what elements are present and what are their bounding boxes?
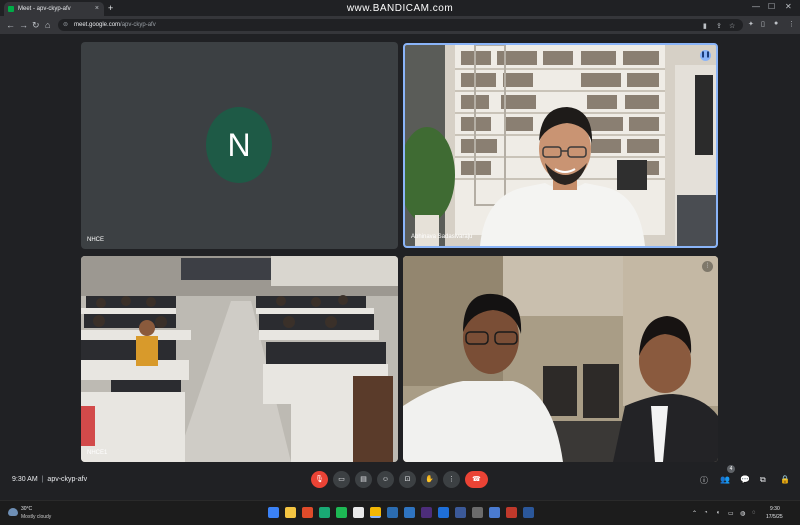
site-info-icon[interactable]: ⊜ [63,21,68,28]
meeting-separator: | [41,476,44,483]
people-count-badge: 4 [727,465,735,473]
hand-icon: ✋ [425,476,434,483]
browser-toolbar: ← → ↻ ⌂ ⊜ meet.google.com/apv-ckyp-afv ▮… [0,16,800,34]
app-icon[interactable] [455,507,466,518]
raise-hand-button[interactable]: ✋ [421,471,438,488]
browser-tab-bar: Meet - apv-ckyp-afv × + www.BANDICAM.com… [0,0,800,16]
app-icon[interactable] [438,507,449,518]
present-screen-icon: ⊡ [404,476,411,483]
avatar: N [206,107,272,183]
host-controls-icon[interactable]: 🔒 [780,475,790,484]
edge-icon[interactable] [387,507,398,518]
spotify-icon[interactable] [336,507,347,518]
leave-call-button[interactable]: ☎ [465,471,488,488]
captions-button[interactable]: ▤ [355,471,372,488]
participant-name: NHCE [87,237,105,243]
participant-name: Abhinava Sadasivaraju [411,234,473,240]
profile-icon[interactable]: ● [774,20,778,27]
mic-off-icon: 🎙 [315,476,324,483]
emoji-icon: ☺ [381,476,390,483]
file-explorer-icon[interactable] [285,507,296,518]
address-url: meet.google.com/apv-ckyp-afv [74,22,156,28]
captions-icon: ▤ [360,476,367,483]
participant-tile-nhce[interactable]: N NHCE [81,42,398,249]
emoji-button[interactable]: ☺ [377,471,394,488]
present-button[interactable]: ⊡ [399,471,416,488]
end-call-icon: ☎ [472,476,481,483]
chat-icon[interactable]: 💬 [740,475,750,484]
app-icon[interactable] [472,507,483,518]
app-icon[interactable] [353,507,364,518]
app-icon[interactable] [319,507,330,518]
maximize-icon[interactable]: ☐ [768,2,775,11]
meeting-time: 9:30 AM [12,476,38,483]
speaking-indicator-icon: ❚❚ [700,50,711,61]
weather-temperature: 30°C [21,506,33,512]
video-feed [81,256,398,462]
more-options-icon[interactable]: ⋮ [702,261,713,272]
video-feed [403,256,718,462]
meeting-code: apv-ckyp-afv [47,476,88,483]
taskbar-date[interactable]: 17/5/25 [766,514,783,520]
app-icon[interactable] [489,507,500,518]
meeting-details: 9:30 AM | apv-ckyp-afv [12,476,87,483]
bookmark-star-icon[interactable]: ☆ [729,22,735,30]
bandicam-icon[interactable] [506,507,517,518]
bandicam-watermark: www.BANDICAM.com [346,3,454,14]
more-options-button[interactable]: ⋮ [443,471,460,488]
word-icon[interactable] [523,507,534,518]
video-feed [405,45,716,246]
start-icon[interactable] [268,507,279,518]
wifi-icon[interactable]: ◔ [704,510,708,516]
address-bar[interactable]: ⊜ meet.google.com/apv-ckyp-afv ▮ ⇪ ☆ [58,19,743,31]
home-icon[interactable]: ⌂ [45,19,50,31]
brave-icon[interactable] [302,507,313,518]
battery-icon[interactable]: ▭ [728,510,734,517]
more-vert-icon: ⋮ [448,476,455,483]
sidebar-icon[interactable]: ▯ [761,20,765,28]
mic-off-button[interactable]: 🎙 [311,471,328,488]
participant-tile-students[interactable]: ⋮ [403,256,718,462]
language-icon[interactable]: ◍ [740,510,745,517]
vscode-icon[interactable] [404,507,415,518]
camera-icon: ▭ [338,476,345,483]
windows-taskbar: 30°C Mostly cloudy ⌃ ◔ ◖ ▭ ◍ ◌ 9:30 17/5… [0,500,800,525]
show-hidden-icons-icon[interactable]: ⌃ [692,510,697,517]
people-icon[interactable]: 👥 [720,475,730,484]
participant-tile-abhinava[interactable]: ❚❚ Abhinava Sadasivaraju [403,43,718,248]
back-icon[interactable]: ← [6,19,15,31]
notification-icon[interactable]: ◌ [752,510,756,516]
weather-description: Mostly cloudy [21,514,52,520]
chrome-icon[interactable] [370,507,381,518]
share-icon[interactable]: ⇪ [716,22,722,30]
participant-name: NHCE1 [87,450,108,456]
camera-button[interactable]: ▭ [333,471,350,488]
close-window-icon[interactable]: ✕ [785,2,792,11]
activities-icon[interactable]: ⧉ [760,475,766,485]
camera-in-use-icon[interactable]: ▮ [703,22,707,30]
app-icon[interactable] [421,507,432,518]
minimize-icon[interactable]: ― [752,2,760,11]
menu-icon[interactable]: ⋮ [788,20,795,28]
volume-icon[interactable]: ◖ [716,510,720,516]
reload-icon[interactable]: ↻ [32,19,40,31]
taskbar-clock[interactable]: 9:30 [770,506,780,512]
meeting-info-icon[interactable]: ⓘ [700,475,708,486]
forward-icon[interactable]: → [19,19,28,31]
extensions-icon[interactable]: ✦ [748,20,754,28]
participant-tile-nhce1[interactable]: NHCE1 [81,256,398,462]
weather-cloud-icon[interactable] [8,508,18,516]
